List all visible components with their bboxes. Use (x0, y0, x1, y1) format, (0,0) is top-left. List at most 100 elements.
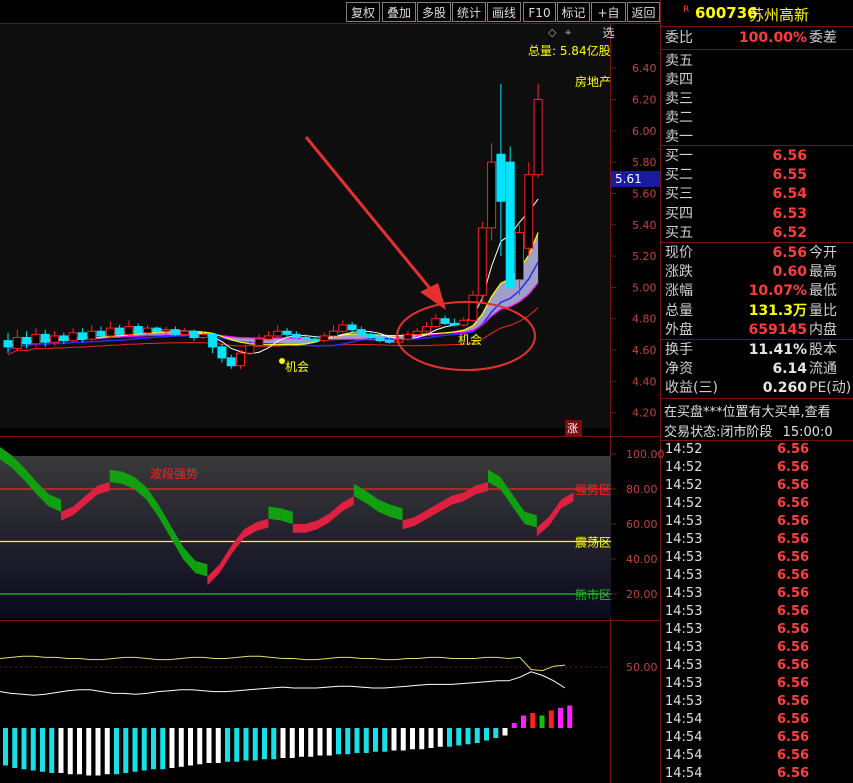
toolbar-button-3[interactable]: 统计 (452, 2, 486, 22)
candle-body (384, 340, 394, 343)
macd-bar (345, 728, 351, 755)
tick-row: 14:54 6.56 (665, 712, 810, 727)
annotation-dot (279, 358, 285, 364)
macd-bar (169, 728, 175, 768)
y-tick-label: 4.20 (632, 407, 657, 420)
tick-row: 14:54 6.56 (665, 766, 810, 781)
candle-body (338, 324, 348, 332)
y-tick-label: 5.00 (632, 281, 657, 294)
tick-row: 14:52 6.56 (665, 442, 810, 457)
macd-bar (77, 728, 82, 775)
candle-body (422, 326, 431, 332)
candle-body (356, 329, 366, 335)
macd-bar (289, 728, 295, 758)
annotation-chance-1: 机会 (285, 360, 309, 374)
osc-y-tick-label: 20.00 (626, 588, 658, 601)
sell-level-row[interactable]: 卖二 (665, 109, 853, 128)
candle-body (87, 330, 97, 340)
macd-bar (521, 715, 526, 728)
oscillator-annotation: 波段强势 (150, 466, 198, 481)
macd-bar (558, 708, 563, 728)
macd-bar (206, 728, 212, 763)
tick-row: 14:53 6.56 (665, 550, 810, 565)
macd-bar (299, 728, 304, 757)
candle-body (40, 333, 50, 343)
quote-stat-row: 换手 11.41% 股本 (665, 342, 837, 358)
candle-body (180, 330, 190, 335)
macd-bar (456, 728, 462, 746)
toolbar-button-4[interactable]: 画线 (487, 2, 521, 22)
macd-bar (252, 728, 258, 761)
macd-bar (474, 728, 480, 743)
candle-body (524, 174, 534, 249)
candle-body (459, 319, 469, 326)
macd-bar (539, 715, 545, 728)
macd-bar (225, 728, 230, 762)
toolbar-button-5[interactable]: F10 (523, 2, 556, 22)
candle-body (105, 327, 115, 337)
zone-label: 强势区 (575, 483, 611, 497)
macd-bar (215, 728, 221, 763)
candle-body (133, 326, 143, 334)
tick-row: 14:53 6.56 (665, 514, 810, 529)
macd-bar (188, 728, 193, 766)
candle-body (31, 333, 41, 345)
y-tick-label: 4.80 (632, 313, 657, 326)
toolbar-button-6[interactable]: 标记 (557, 2, 590, 22)
macd-bar (336, 728, 341, 755)
bigorder-notice[interactable]: 在买盘***位置有大买单,查看 (664, 401, 853, 420)
macd-bar (280, 728, 286, 758)
toolbar-button-0[interactable]: 复权 (346, 2, 380, 22)
macd-bar (317, 728, 323, 756)
buy-level-row[interactable]: 买二 6.55 (665, 166, 853, 185)
candle-body (22, 337, 32, 345)
oscillator-ribbon (292, 524, 305, 533)
macd-bar (58, 728, 64, 773)
candle-body (77, 332, 87, 340)
candle-body (329, 330, 338, 337)
buy-level-row[interactable]: 买三 6.54 (665, 185, 853, 204)
candle-body (198, 333, 208, 339)
candle-body (487, 161, 497, 229)
candle-body (263, 335, 273, 340)
candle-body (496, 153, 506, 202)
bottom-tag-label: 涨 (567, 422, 578, 435)
candle-body (282, 330, 292, 335)
toolbar-button-7[interactable]: +自选 (591, 2, 626, 40)
candle-body (59, 335, 69, 342)
macd-bar (373, 728, 378, 752)
y-tick-label: 4.60 (632, 344, 657, 357)
tick-row: 14:53 6.56 (665, 568, 810, 583)
candle-body (366, 333, 376, 339)
candle-body (50, 335, 59, 343)
macd-bar (271, 728, 277, 760)
osc-y-tick-label: 80.00 (626, 483, 658, 496)
weibi-row: 委比 100.00% 委差 (665, 30, 837, 46)
buy-level-row[interactable]: 买四 6.53 (665, 205, 853, 224)
quote-stat-row: 涨幅 10.07% 最低 (665, 283, 837, 300)
sell-level-row[interactable]: 卖五 (665, 52, 853, 71)
annotation-chance-2: 机会 (458, 333, 482, 347)
candle-body (375, 337, 385, 342)
stock-name[interactable]: 苏州高新 (749, 4, 809, 25)
toolbar-button-2[interactable]: 多股 (417, 2, 451, 22)
sell-level-row[interactable]: 卖四 (665, 71, 853, 90)
macd-y-tick-label: 50.00 (626, 661, 658, 674)
toolbar-button-8[interactable]: 返回 (627, 2, 660, 22)
buy-level-row[interactable]: 买一 6.56 (665, 147, 853, 166)
macd-bar (410, 728, 415, 750)
buy-level-row[interactable]: 买五 6.52 (665, 224, 853, 243)
toolbar-button-1[interactable]: 叠加 (382, 2, 416, 22)
quote-stat-row: 现价 6.56 今开 (665, 245, 837, 261)
tick-row: 14:52 6.56 (665, 478, 810, 493)
zone-label: 震荡区 (575, 536, 611, 550)
macd-bar (104, 728, 110, 775)
price-marker-label: 5.61 (615, 172, 642, 186)
sell-level-row[interactable]: 卖三 (665, 90, 853, 109)
macd-line-yellow (0, 655, 566, 672)
macd-bar (234, 728, 240, 762)
candle-body (440, 318, 450, 324)
candle-body (310, 338, 320, 342)
candle-body (143, 327, 152, 334)
candle-body (236, 352, 245, 367)
